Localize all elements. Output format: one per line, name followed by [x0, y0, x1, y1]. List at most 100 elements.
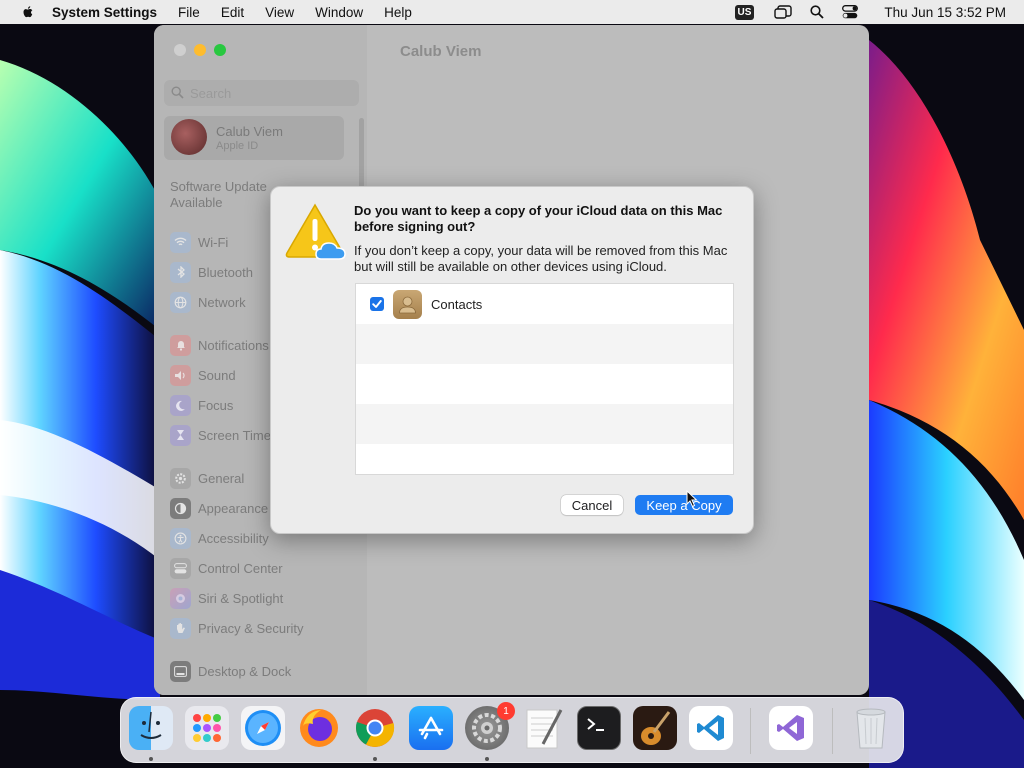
launchpad-icon[interactable] — [185, 706, 229, 750]
warning-icloud-icon — [285, 203, 347, 261]
speaker-icon — [170, 364, 191, 386]
sidebar-item-label: Accessibility — [198, 530, 269, 546]
sidebar-item-focus[interactable]: Focus — [170, 394, 233, 416]
siri-icon — [170, 587, 191, 609]
contacts-icon — [393, 290, 422, 319]
sidebar-item-sound[interactable]: Sound — [170, 364, 236, 386]
sidebar-item-privacy-security[interactable]: Privacy & Security — [170, 617, 303, 639]
input-source-badge[interactable]: US — [734, 4, 755, 20]
apple-id-account[interactable]: Calub Viem Apple ID — [164, 116, 344, 160]
appearance-icon — [170, 497, 191, 519]
terminal-icon[interactable] — [577, 706, 621, 750]
search-placeholder: Search — [190, 86, 232, 101]
sidebar-item-notifications[interactable]: Notifications — [170, 334, 269, 356]
keep-icloud-data-dialog: Do you want to keep a copy of your iClou… — [270, 186, 754, 534]
running-indicator — [149, 757, 153, 761]
sidebar-item-label: Focus — [198, 397, 234, 413]
sidebar-item-label: General — [198, 470, 245, 486]
empty-row — [356, 324, 733, 364]
empty-row — [356, 404, 733, 444]
list-item-label: Contacts — [431, 297, 483, 312]
running-indicator — [373, 757, 377, 761]
sidebar-item-label: Notifications — [198, 337, 269, 353]
cancel-button[interactable]: Cancel — [561, 495, 623, 515]
bell-icon — [170, 334, 191, 356]
keep-a-copy-button[interactable]: Keep a Copy — [635, 495, 733, 515]
sidebar-item-network[interactable]: Network — [170, 291, 246, 313]
menu-bar-clock[interactable]: Thu Jun 15 3:52 PM — [884, 5, 1006, 20]
dock: 1 — [120, 697, 904, 763]
spotlight-search-icon[interactable] — [810, 5, 825, 19]
contacts-checkbox[interactable] — [370, 297, 384, 311]
sidebar-item-label: Appearance — [198, 500, 269, 516]
search-field[interactable]: Search — [164, 80, 359, 106]
icloud-data-list: Contacts — [355, 283, 734, 475]
textedit-icon[interactable] — [521, 706, 565, 750]
firefox-icon[interactable] — [297, 706, 341, 750]
vscode-icon[interactable] — [689, 706, 733, 750]
account-subtitle: Apple ID — [216, 140, 259, 152]
search-icon — [171, 86, 184, 102]
sidebar-item-bluetooth[interactable]: Bluetooth — [170, 261, 253, 283]
menu-view[interactable]: View — [265, 5, 294, 20]
sidebar-item-label: Sound — [198, 367, 236, 383]
running-indicator — [485, 757, 489, 761]
zoom-window-icon[interactable] — [214, 44, 226, 56]
dialog-message: If you don’t keep a copy, your data will… — [354, 243, 728, 274]
close-window-icon[interactable] — [174, 44, 186, 56]
app-store-icon[interactable] — [409, 706, 453, 750]
menu-edit[interactable]: Edit — [221, 5, 244, 20]
sidebar-item-label: Desktop & Dock — [198, 663, 292, 679]
hand-icon — [170, 617, 191, 639]
apple-menu-icon[interactable] — [20, 4, 36, 20]
visual-studio-icon[interactable] — [769, 706, 813, 750]
wifi-icon — [170, 231, 191, 253]
sidebar-item-appearance[interactable]: Appearance — [170, 497, 268, 519]
finder-icon[interactable] — [129, 706, 173, 750]
sidebar-item-label: Control Center — [198, 560, 283, 576]
notification-badge: 1 — [497, 702, 515, 720]
sidebar-item-siri-spotlight[interactable]: Siri & Spotlight — [170, 587, 283, 609]
gear-icon — [170, 467, 191, 489]
sidebar-item-label: Siri & Spotlight — [198, 590, 284, 606]
dock-separator — [750, 708, 751, 754]
bluetooth-icon — [170, 261, 191, 283]
account-name: Calub Viem — [216, 124, 283, 139]
dialog-title: Do you want to keep a copy of your iClou… — [354, 203, 723, 234]
control-center-icon — [170, 557, 191, 579]
empty-row — [356, 364, 733, 404]
menu-help[interactable]: Help — [384, 5, 412, 20]
list-item[interactable]: Contacts — [356, 284, 733, 324]
garageband-icon[interactable] — [633, 706, 677, 750]
sidebar-item-control-center[interactable]: Control Center — [170, 557, 283, 579]
sidebar-item-screen-time[interactable]: Screen Time — [170, 424, 271, 446]
sidebar-item-label: Screen Time — [198, 427, 271, 443]
safari-icon[interactable] — [241, 706, 285, 750]
sidebar-item-label: Privacy & Security — [198, 620, 304, 636]
accessibility-icon — [170, 527, 191, 549]
sidebar-item-label: Wi-Fi — [198, 234, 229, 250]
dock-separator — [832, 708, 833, 754]
sidebar-item-desktop-dock[interactable]: Desktop & Dock — [170, 660, 291, 682]
sidebar-item-label: Network — [198, 294, 246, 310]
sidebar-item-accessibility[interactable]: Accessibility — [170, 527, 269, 549]
menu-app-name[interactable]: System Settings — [52, 5, 157, 20]
avatar — [171, 119, 207, 155]
menu-file[interactable]: File — [178, 5, 200, 20]
software-update-available[interactable]: Software Update Available — [170, 179, 267, 211]
window-stage-icon[interactable] — [774, 5, 793, 19]
menu-window[interactable]: Window — [315, 5, 363, 20]
moon-icon — [170, 394, 191, 416]
globe-icon — [170, 291, 191, 313]
hourglass-icon — [170, 424, 191, 446]
sidebar-item-label: Bluetooth — [198, 264, 253, 280]
sidebar-item-general[interactable]: General — [170, 467, 244, 489]
window-title: Calub Viem — [400, 43, 482, 60]
dock-icon — [170, 660, 191, 682]
menu-bar: System Settings File Edit View Window He… — [0, 0, 1024, 24]
control-center-icon[interactable] — [842, 5, 859, 19]
trash-icon[interactable] — [849, 706, 893, 750]
minimize-window-icon[interactable] — [194, 44, 206, 56]
sidebar-item-wifi[interactable]: Wi-Fi — [170, 231, 228, 253]
chrome-icon[interactable] — [353, 706, 397, 750]
